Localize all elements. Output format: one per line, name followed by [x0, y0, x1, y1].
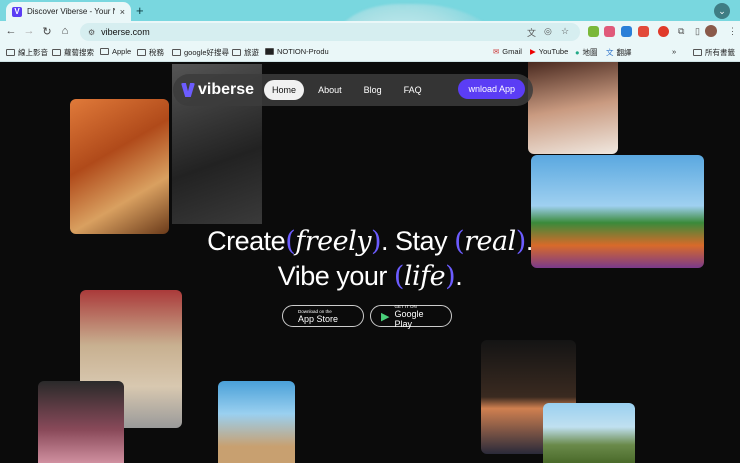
nav-home[interactable]: Home	[264, 80, 305, 100]
url-text: viberse.com	[101, 27, 150, 37]
viberse-page: viberse Home About Blog FAQ wnload App C…	[0, 62, 740, 463]
youtube-icon: ▶	[530, 47, 536, 56]
hero-text: Create	[207, 226, 286, 256]
bookmark-item[interactable]: 蘿蔔搜索	[52, 47, 94, 58]
maps-icon: ●	[575, 48, 580, 57]
paren: )	[515, 226, 527, 257]
home-icon[interactable]: ⌂	[58, 25, 72, 37]
hero-text: .	[455, 261, 463, 291]
viberse-logo-icon	[181, 83, 195, 97]
extension-icon[interactable]	[588, 26, 599, 37]
hero-text: Vibe your	[277, 261, 388, 291]
dancer-field-photo	[543, 403, 635, 463]
bookmark-item[interactable]: 稅務	[137, 47, 164, 58]
profile-avatar[interactable]	[705, 25, 717, 37]
tab-close-icon[interactable]: ×	[120, 7, 125, 17]
viberse-logo[interactable]: viberse	[181, 81, 254, 99]
bookmark-item[interactable]: ● 地圖	[575, 47, 598, 58]
store-big-text: App Store	[298, 313, 339, 324]
browser-tab[interactable]: V Discover Viberse - Your New ×	[6, 2, 131, 21]
paren: (	[285, 226, 296, 257]
paren: (	[454, 226, 465, 257]
bookmark-item[interactable]: 旅遊	[232, 47, 259, 58]
forward-icon[interactable]: →	[22, 25, 36, 37]
woman-portrait-photo	[528, 62, 618, 154]
hero-headline: Create(freely). Stay (real). Vibe your (…	[0, 224, 740, 294]
paren: (	[393, 261, 405, 292]
bookmark-item[interactable]: Apple	[100, 47, 131, 56]
hero-italic-text: real	[464, 226, 516, 257]
viberse-favicon-icon: V	[12, 6, 22, 17]
google-play-icon: ▶	[381, 310, 390, 323]
translate-icon[interactable]: 文	[527, 26, 536, 39]
tab-title: Discover Viberse - Your New	[27, 7, 115, 16]
new-tab-button[interactable]: +	[136, 3, 144, 18]
hero-italic-text: freely	[295, 226, 371, 257]
bookmark-item[interactable]: ✉ Gmail	[493, 47, 522, 56]
bookmark-item[interactable]: 線上影音	[6, 47, 48, 58]
nav-about[interactable]: About	[310, 80, 350, 100]
store-big-text: Google Play	[394, 308, 424, 329]
puzzle-icon[interactable]: ⧉	[678, 26, 684, 37]
download-app-button[interactable]: wnload App	[458, 79, 525, 99]
logo-text: viberse	[198, 81, 255, 98]
back-icon[interactable]: ←	[4, 25, 18, 37]
hero-text: . Stay	[381, 226, 448, 256]
sidepanel-icon[interactable]: ▯	[695, 26, 700, 37]
paren: )	[371, 226, 382, 257]
woman-pink-photo	[38, 381, 124, 463]
gmail-icon: ✉	[493, 47, 500, 56]
hero-text: .	[525, 226, 534, 256]
site-navbar: viberse Home About Blog FAQ wnload App	[173, 74, 533, 106]
google-play-button[interactable]: ▶ GET IT ON Google Play	[370, 304, 452, 329]
hero-line-2: Vibe your (life).	[0, 259, 740, 294]
extension-icon[interactable]	[604, 26, 615, 37]
nav-blog[interactable]: Blog	[356, 80, 390, 100]
all-bookmarks[interactable]: 所有書籤	[693, 47, 735, 58]
woman-orange-photo	[70, 99, 169, 234]
hero-line-1: Create(freely). Stay (real).	[0, 224, 740, 259]
bookmarks-overflow[interactable]: »	[672, 47, 676, 56]
bookmark-item[interactable]: ▶ YouTube	[530, 47, 568, 56]
nav-faq[interactable]: FAQ	[396, 80, 430, 100]
address-bar[interactable]: ⚙ viberse.com	[80, 23, 580, 41]
bookmark-item[interactable]: google好搜尋	[172, 47, 229, 58]
bookmark-item[interactable]: NOTION-Produ	[265, 47, 329, 56]
translate-bookmark-icon: 文	[606, 48, 614, 57]
menu-icon[interactable]: ⋮	[728, 26, 737, 37]
paren: )	[445, 261, 456, 292]
extension-icon[interactable]	[658, 26, 669, 37]
woman-beach-photo	[218, 381, 295, 463]
bookmark-item[interactable]: 文翻譯	[606, 47, 632, 58]
eye-off-icon[interactable]: ◎	[544, 26, 552, 37]
bookmark-star-icon[interactable]: ☆	[561, 26, 569, 37]
reload-icon[interactable]: ↻	[40, 25, 54, 38]
extension-icon[interactable]	[621, 26, 632, 37]
bookmarks-bar: 線上影音 蘿蔔搜索 Apple 稅務 google好搜尋 旅遊 NOTION-P…	[0, 43, 740, 62]
hero-italic-text: life	[403, 261, 446, 292]
extension-icon[interactable]	[638, 26, 649, 37]
browser-toolbar: ← → ↻ ⌂ ⚙ viberse.com 文 ◎ ☆ ⧉ ▯ ⋮	[0, 21, 740, 43]
tab-search-icon[interactable]: ⌄	[714, 3, 730, 19]
app-store-button[interactable]: Download on the App Store	[282, 305, 364, 327]
site-info-icon[interactable]: ⚙	[88, 28, 95, 37]
